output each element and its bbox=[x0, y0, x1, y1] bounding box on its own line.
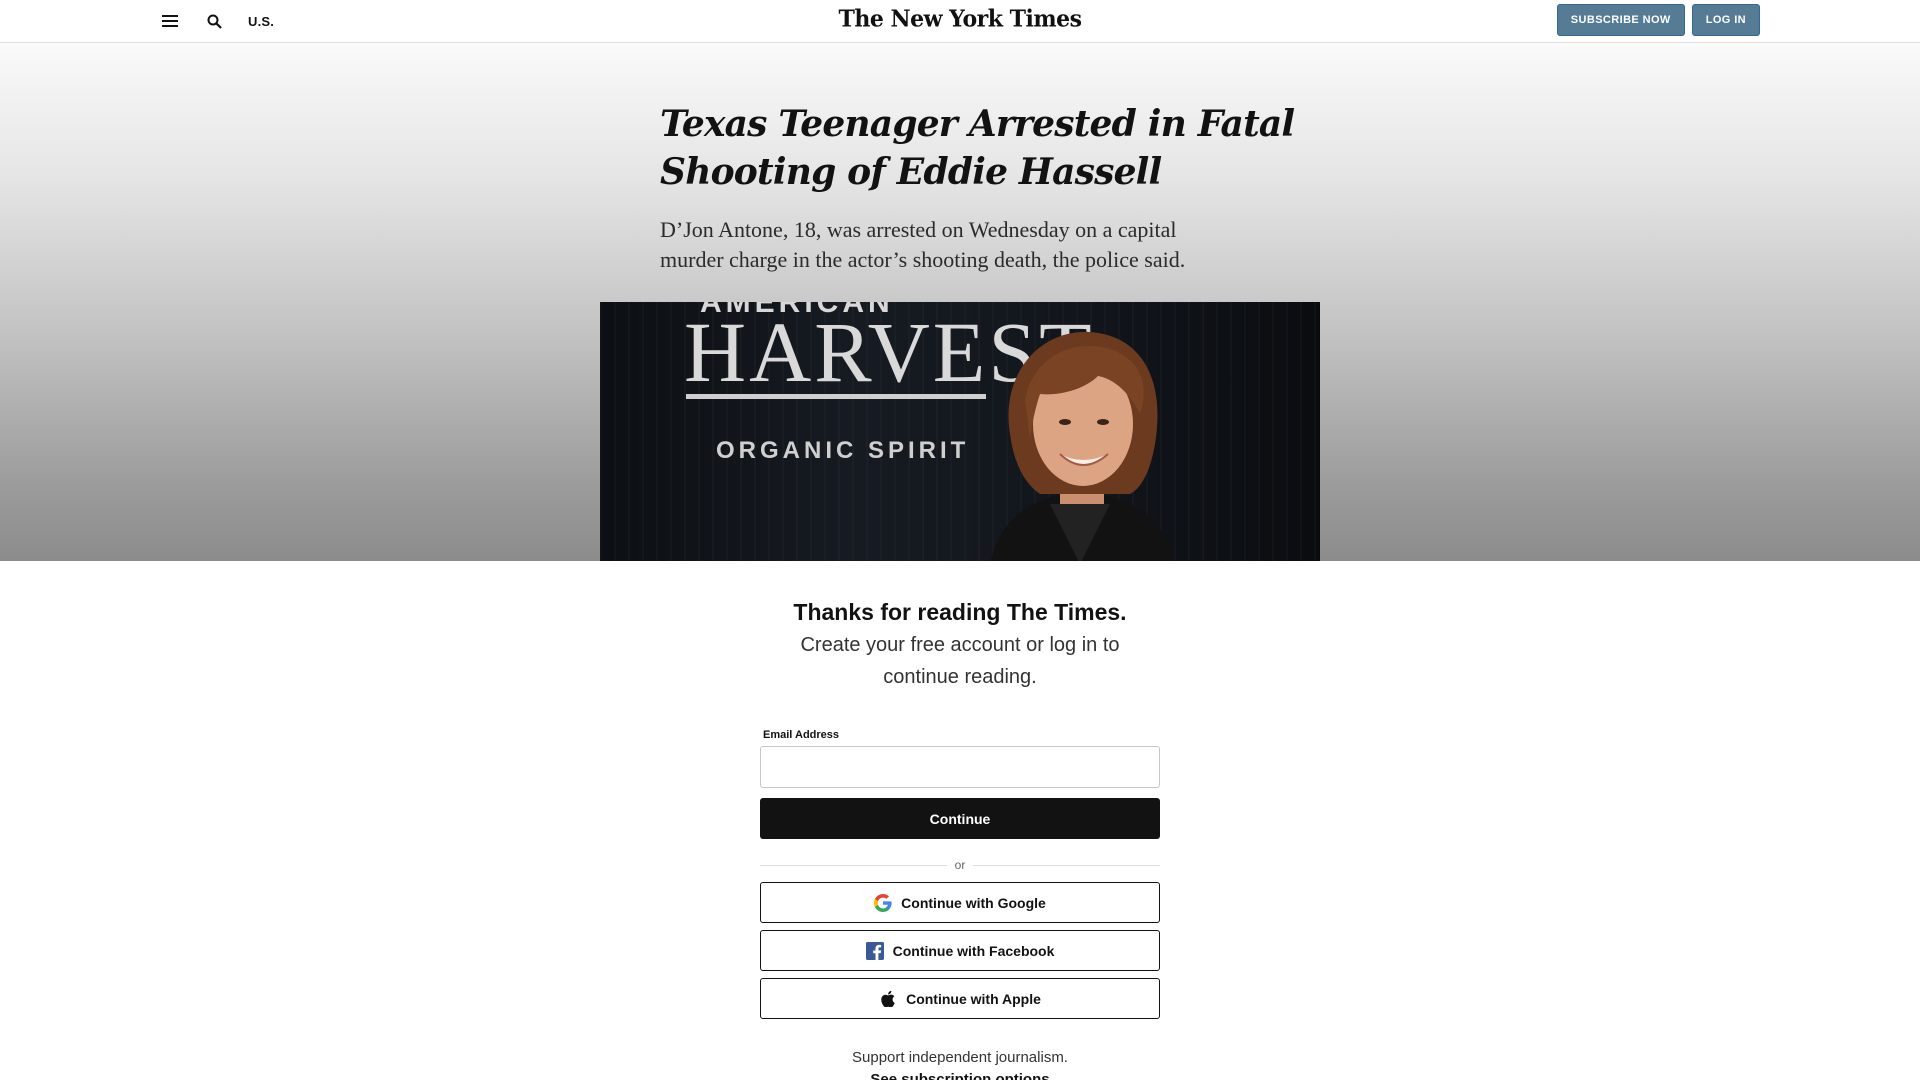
support-text: Support independent journalism. bbox=[852, 1049, 1068, 1066]
facebook-button-label: Continue with Facebook bbox=[892, 942, 1055, 959]
login-button[interactable]: LOG IN bbox=[1691, 4, 1760, 36]
logo-text: The New York Times bbox=[838, 5, 1082, 33]
or-divider: or bbox=[760, 858, 1160, 872]
apple-icon bbox=[879, 990, 897, 1008]
header-right: SUBSCRIBE NOW LOG IN bbox=[1556, 4, 1760, 36]
site-header: U.S. The New York Times SUBSCRIBE NOW LO… bbox=[0, 0, 1920, 43]
google-button-label: Continue with Google bbox=[901, 894, 1046, 911]
registration-wall: Thanks for reading The Times. Create you… bbox=[0, 561, 1920, 1080]
email-label: Email Address bbox=[763, 729, 840, 741]
continue-with-google-button[interactable]: Continue with Google bbox=[760, 882, 1160, 923]
subscription-options-link[interactable]: See subscription options bbox=[0, 1071, 1920, 1080]
regwall-title: Thanks for reading The Times. bbox=[793, 599, 1127, 625]
subscribe-button[interactable]: SUBSCRIBE NOW bbox=[1556, 4, 1685, 36]
continue-with-facebook-button[interactable]: Continue with Facebook bbox=[760, 930, 1160, 971]
continue-button[interactable]: Continue bbox=[760, 798, 1160, 839]
article-summary: D’Jon Antone, 18, was arrested on Wednes… bbox=[660, 217, 1186, 272]
photo-backdrop-rule bbox=[686, 394, 986, 399]
divider-line-right bbox=[973, 865, 1160, 866]
article-photo: AMERICAN HARVEST ORGANIC SPIRIT bbox=[600, 302, 1320, 561]
facebook-icon bbox=[865, 941, 884, 960]
email-input[interactable] bbox=[760, 746, 1160, 788]
google-icon bbox=[874, 893, 892, 912]
article-headline: Texas Teenager Arrested in Fatal Shootin… bbox=[660, 103, 1295, 193]
continue-with-apple-button[interactable]: Continue with Apple bbox=[760, 978, 1160, 1019]
regwall-subtitle: Create your free account or log in to co… bbox=[800, 634, 1120, 688]
article-preview: Texas Teenager Arrested in Fatal Shootin… bbox=[0, 43, 1920, 561]
person-portrait bbox=[990, 331, 1175, 561]
apple-button-label: Continue with Apple bbox=[906, 990, 1041, 1007]
photo-backdrop-sub-text: ORGANIC SPIRIT bbox=[716, 437, 970, 464]
